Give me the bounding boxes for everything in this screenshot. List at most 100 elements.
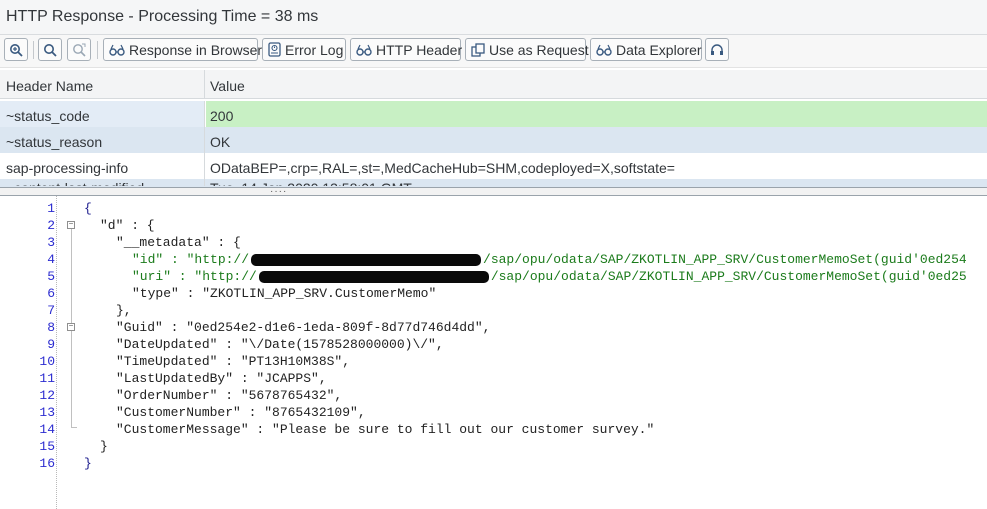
- headset-icon: [710, 43, 724, 57]
- line-number: 14: [39, 422, 55, 437]
- response-in-browser-button[interactable]: Response in Browser: [103, 38, 262, 61]
- glasses-icon: [596, 44, 612, 56]
- code-line: 2 − "d" : {: [0, 217, 987, 234]
- code-text-prefix: "id" : "http://: [132, 252, 250, 267]
- code-text: "uri" : "http:// /sap/opu/odata/SAP/ZKOTL…: [132, 268, 967, 285]
- code-text: "type" : "ZKOTLIN_APP_SRV.CustomerMemo": [132, 286, 437, 301]
- toolbar: Response in Browser Error Log HTTP Heade…: [0, 35, 987, 68]
- line-number: 13: [39, 405, 55, 420]
- line-number: 2: [47, 218, 55, 233]
- line-number: 15: [39, 439, 55, 454]
- code-line: 4 "id" : "http:// /sap/opu/odata/SAP/ZKOTL…: [0, 251, 987, 268]
- error-log-button[interactable]: Error Log: [262, 38, 346, 61]
- code-text: }: [84, 456, 92, 471]
- code-text: "DateUpdated" : "\/Date(1578528000000)\/…: [116, 337, 444, 352]
- code-text: "CustomerNumber" : "8765432109",: [116, 405, 366, 420]
- code-text: "id" : "http:// /sap/opu/odata/SAP/ZKOTLI…: [132, 251, 967, 268]
- line-number: 3: [47, 235, 55, 250]
- redaction-mark: [251, 253, 482, 266]
- code-line: 7},: [0, 302, 987, 319]
- code-text: "LastUpdatedBy" : "JCAPPS",: [116, 371, 327, 386]
- code-text: },: [116, 303, 132, 318]
- code-text: "CustomerMessage" : "Please be sure to f…: [116, 422, 655, 437]
- table-row[interactable]: ~status_reason OK: [0, 127, 987, 153]
- code-line: 8 − "Guid" : "0ed254e2-d1e6-1eda-809f-8d77…: [0, 319, 987, 336]
- window-titlebar: HTTP Response - Processing Time = 38 ms: [0, 0, 987, 35]
- header-name-cell: sap-processing-info: [0, 153, 205, 179]
- line-number: 10: [39, 354, 55, 369]
- code-line: 1{: [0, 200, 987, 217]
- code-line: 5 "uri" : "http:// /sap/opu/odata/SAP/ZKOT…: [0, 268, 987, 285]
- code-line: 12 "OrderNumber" : "5678765432",: [0, 387, 987, 404]
- column-header-name[interactable]: Header Name: [0, 70, 205, 98]
- line-number: 5: [47, 269, 55, 284]
- toolbar-separator: [97, 41, 98, 59]
- column-header-value[interactable]: Value: [206, 70, 987, 98]
- use-as-request-label: Use as Request: [489, 41, 589, 58]
- line-number: 16: [39, 456, 55, 471]
- code-line: 15}: [0, 438, 987, 455]
- http-header-label: HTTP Header: [376, 41, 463, 58]
- code-text-suffix: /sap/opu/odata/SAP/ZKOTLIN_APP_SRV/Custo…: [490, 269, 967, 284]
- header-name-cell: ~status_reason: [0, 127, 205, 153]
- line-number: 11: [39, 371, 55, 386]
- use-as-request-button[interactable]: Use as Request: [465, 38, 589, 61]
- line-number: 7: [47, 303, 55, 318]
- http-header-button[interactable]: HTTP Header: [350, 38, 463, 61]
- code-line: 9 "DateUpdated" : "\/Date(1578528000000)\…: [0, 336, 987, 353]
- search-icon: [43, 43, 57, 57]
- code-text: "d" : {: [100, 218, 155, 233]
- header-value-cell: 200: [206, 101, 987, 127]
- code-line: 10 "TimeUpdated" : "PT13H10M38S",: [0, 353, 987, 370]
- response-body-editor[interactable]: 1{2− "d" : {3 "__metadata" : {4 "id" : "htt…: [0, 196, 987, 509]
- toolbar-separator: [33, 41, 34, 59]
- line-number: 9: [47, 337, 55, 352]
- line-number: 6: [47, 286, 55, 301]
- response-in-browser-label: Response in Browser: [129, 41, 263, 58]
- log-icon: [268, 42, 281, 57]
- collapse-toggle-icon[interactable]: −: [67, 221, 75, 229]
- code-text: {: [84, 201, 92, 216]
- code-text: "Guid" : "0ed254e2-d1e6-1eda-809f-8d77d7…: [116, 320, 491, 335]
- glasses-icon: [109, 44, 125, 56]
- code-line: 11 "LastUpdatedBy" : "JCAPPS",: [0, 370, 987, 387]
- code-text-suffix: /sap/opu/odata/SAP/ZKOTLIN_APP_SRV/Custo…: [483, 252, 967, 267]
- zoom-in-icon: [9, 43, 23, 57]
- line-number: 4: [47, 252, 55, 267]
- pane-splitter[interactable]: ····: [0, 186, 987, 197]
- table-row[interactable]: sap-processing-info ODataBEP=,crp=,RAL=,…: [0, 153, 987, 180]
- glasses-icon: [356, 44, 372, 56]
- code-text: "OrderNumber" : "5678765432",: [116, 388, 343, 403]
- line-number: 12: [39, 388, 55, 403]
- zoom-button[interactable]: [4, 38, 28, 61]
- headset-button[interactable]: [705, 38, 729, 61]
- code-text-prefix: "uri" : "http://: [132, 269, 257, 284]
- code-text: }: [100, 439, 108, 454]
- code-line: 3 "__metadata" : {: [0, 234, 987, 251]
- line-number: 8: [47, 320, 55, 335]
- collapse-toggle-icon[interactable]: −: [67, 323, 75, 331]
- code-text: "__metadata" : {: [116, 235, 241, 250]
- window-title: HTTP Response - Processing Time = 38 ms: [6, 8, 319, 25]
- error-log-label: Error Log: [285, 41, 344, 58]
- table-header-row: Header Name Value: [0, 70, 987, 99]
- data-explorer-label: Data Explorer: [616, 41, 702, 58]
- header-value-cell: ODataBEP=,crp=,RAL=,st=,MedCacheHub=SHM,…: [210, 160, 675, 176]
- search-next-icon: [72, 43, 86, 57]
- table-row[interactable]: ~content-last-modified Tue, 14 Jan 2020 …: [0, 179, 987, 187]
- code-line: 16}: [0, 455, 987, 472]
- table-row[interactable]: ~status_code 200: [0, 101, 987, 127]
- header-name-cell: ~status_code: [0, 101, 205, 127]
- code-line: 14 "CustomerMessage" : "Please be sure to…: [0, 421, 987, 438]
- find-button[interactable]: [38, 38, 62, 61]
- redaction-mark: [258, 270, 489, 283]
- line-number: 1: [47, 201, 55, 216]
- header-value-cell: OK: [210, 134, 231, 150]
- data-explorer-button[interactable]: Data Explorer: [590, 38, 702, 61]
- copy-icon: [471, 42, 485, 57]
- find-next-button[interactable]: [67, 38, 91, 61]
- code-line: 6 "type" : "ZKOTLIN_APP_SRV.CustomerMemo": [0, 285, 987, 302]
- header-name-cell: ~content-last-modified: [0, 179, 205, 186]
- code-line: 13 "CustomerNumber" : "8765432109",: [0, 404, 987, 421]
- code-text: "TimeUpdated" : "PT13H10M38S",: [116, 354, 351, 369]
